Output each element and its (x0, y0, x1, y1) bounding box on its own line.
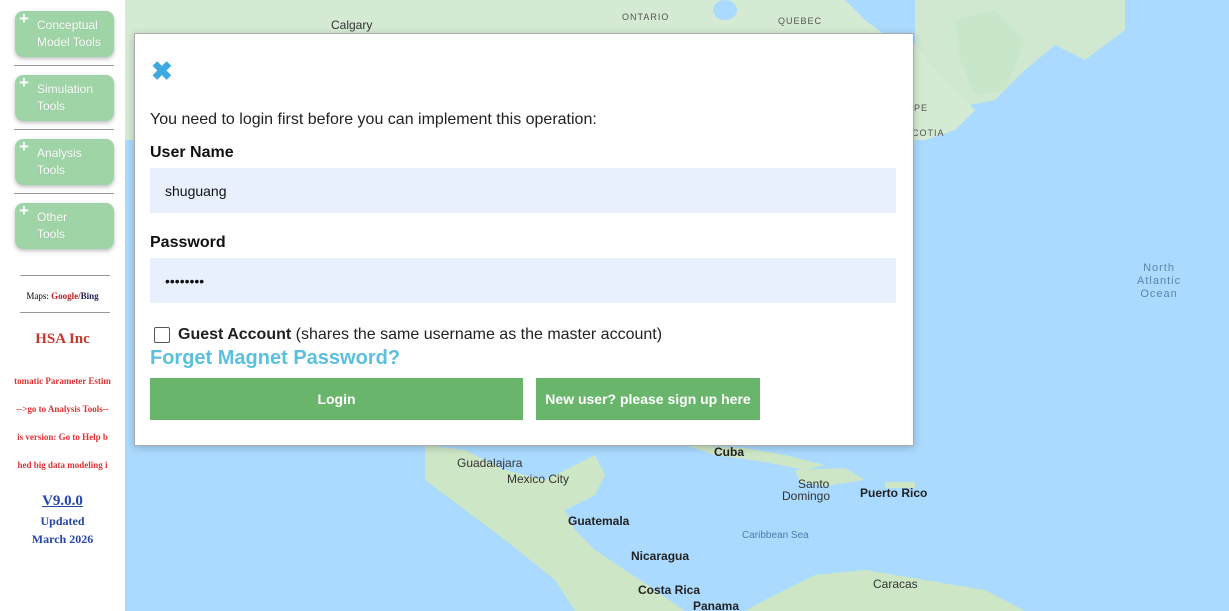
divider (14, 65, 114, 66)
news-ticker-line: is version: Go to Help b (17, 432, 108, 442)
login-modal: ✖ You need to login first before you can… (134, 33, 914, 446)
guest-account-checkbox[interactable] (154, 327, 170, 343)
signup-button[interactable]: New user? please sign up here (536, 378, 760, 420)
company-name: HSA Inc (35, 331, 90, 347)
map-label-caribbean-sea: Caribbean Sea (742, 530, 809, 541)
map-label-quebec: QUEBEC (778, 16, 823, 26)
map-label-calgary: Calgary (331, 18, 373, 32)
guest-account-note: (shares the same username as the master … (291, 326, 663, 343)
password-input[interactable] (150, 258, 896, 303)
forget-password-link[interactable]: Forget Magnet Password? (150, 347, 400, 370)
conceptual-model-tools-button[interactable]: + Conceptual Model Tools (15, 9, 114, 57)
updated-date: March 2026 (31, 532, 94, 546)
plus-icon: + (19, 137, 29, 156)
map-label-caracas: Caracas (873, 577, 918, 591)
news-ticker-line: hed big data modeling i (17, 460, 108, 470)
divider (20, 275, 110, 276)
updated-label: Updated (40, 514, 85, 528)
username-input[interactable] (150, 168, 896, 213)
divider (14, 193, 114, 194)
other-tools-button[interactable]: + Other Tools (15, 201, 114, 249)
map-label-puerto-rico: Puerto Rico (860, 486, 928, 500)
map-label-ontario: ONTARIO (622, 12, 670, 22)
map-label-mexico-city: Mexico City (507, 472, 570, 486)
map-label-nicaragua: Nicaragua (631, 549, 690, 563)
guest-account-label: Guest Account (178, 326, 292, 343)
map-label-panama: Panama (693, 599, 740, 611)
sidebar: + Conceptual Model Tools + Simulation Tool… (0, 0, 126, 611)
analysis-tools-button[interactable]: + Analysis Tools (15, 137, 114, 185)
close-icon[interactable]: ✖ (151, 58, 173, 84)
plus-icon: + (19, 9, 29, 28)
bing-maps-link[interactable]: Bing (81, 291, 99, 301)
guest-account-option[interactable]: Guest Account (shares the same username … (154, 326, 662, 344)
login-button[interactable]: Login (150, 378, 523, 420)
divider (20, 312, 110, 313)
map-label-costa-rica: Costa Rica (638, 583, 701, 597)
map-label-domingo: Domingo (782, 489, 831, 503)
map-label-guadalajara: Guadalajara (457, 456, 523, 470)
map-label-north-atlantic: North Atlantic Ocean (1137, 262, 1182, 300)
login-prompt: You need to login first before you can i… (150, 111, 597, 128)
simulation-tools-button[interactable]: + Simulation Tools (15, 73, 114, 121)
news-ticker-line: tomatic Parameter Estim (14, 376, 111, 386)
news-ticker-line: -->go to Analysis Tools-- (16, 404, 109, 414)
username-label: User Name (150, 144, 234, 161)
maps-switcher: Maps: Google/Bing (26, 291, 99, 301)
map-label-guatemala: Guatemala (568, 514, 630, 528)
divider (14, 129, 114, 130)
plus-icon: + (19, 201, 29, 220)
version-link[interactable]: V9.0.0 (0, 493, 125, 510)
map-label-pe: PE (914, 103, 929, 113)
google-maps-link[interactable]: Google (51, 291, 78, 301)
password-label: Password (150, 234, 226, 251)
map-label-cuba: Cuba (714, 445, 744, 459)
plus-icon: + (19, 73, 29, 92)
map-label-scotia: COTIA (912, 128, 945, 138)
